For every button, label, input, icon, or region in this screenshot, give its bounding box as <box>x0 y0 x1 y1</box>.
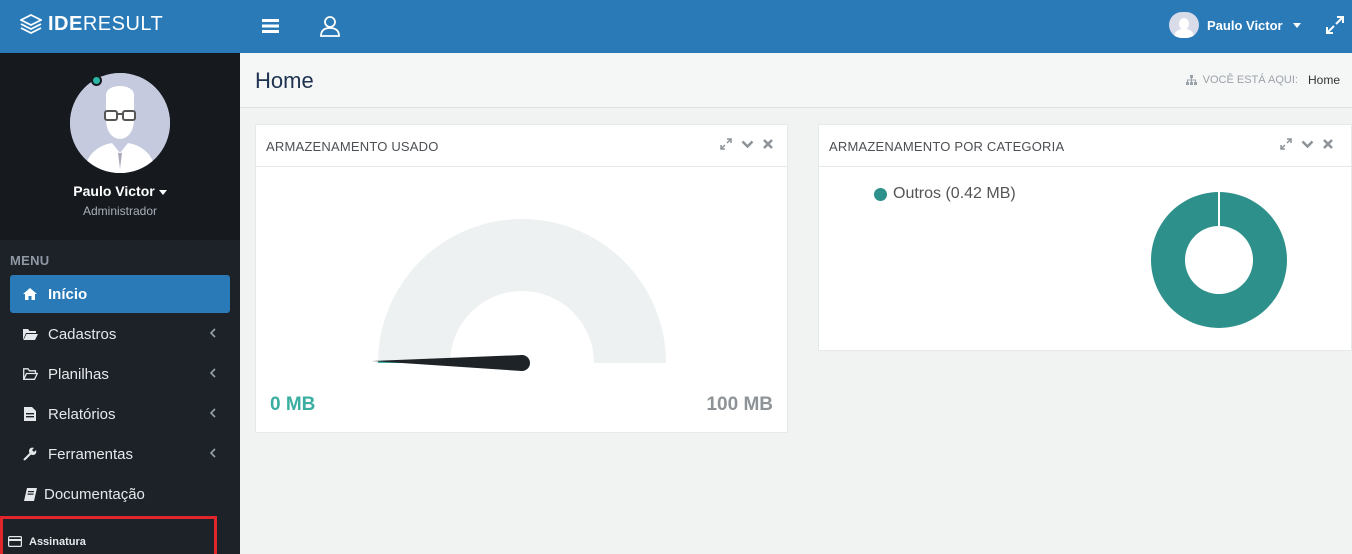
caret-down-icon <box>1292 22 1301 28</box>
menu-section-title: MENU <box>10 253 50 268</box>
profile-name: Paulo Victor <box>73 183 155 199</box>
sidebar-item-label: Cadastros <box>48 325 117 343</box>
top-navbar: IDE RESULT Paulo Victor <box>0 0 1352 53</box>
storage-by-category-panel: ARMAZENAMENTO POR CATEGORIA Outros (0.42… <box>818 124 1352 351</box>
sidebar-item-label: Início <box>48 285 88 303</box>
user-icon <box>320 16 340 37</box>
panel-title: ARMAZENAMENTO POR CATEGORIA <box>829 139 1065 154</box>
profile-name-dropdown[interactable]: Paulo Victor <box>0 183 240 199</box>
expand-icon[interactable] <box>1280 138 1292 150</box>
legend-swatch <box>874 187 887 201</box>
gauge-max-label: 100 MB <box>706 394 773 415</box>
folder-icon <box>22 326 38 342</box>
close-icon[interactable] <box>763 139 773 149</box>
file-icon <box>22 406 38 422</box>
sidebar-item-label: Documentação <box>44 485 145 503</box>
profile-role: Administrador <box>82 204 158 218</box>
expand-icon <box>1326 16 1344 34</box>
layers-icon <box>20 14 42 34</box>
avatar <box>1169 12 1199 38</box>
breadcrumb-current[interactable]: Home <box>1308 73 1340 87</box>
panel-tools <box>720 138 773 150</box>
credit-card-icon <box>8 536 22 547</box>
sidebar-item-label: Relatórios <box>48 405 116 423</box>
book-icon <box>22 486 38 502</box>
profile-button[interactable] <box>318 14 342 38</box>
chart-legend: Outros (0.42 MB) <box>874 185 1016 203</box>
sidebar-item-cadastros[interactable]: Cadastros <box>10 315 230 353</box>
sidebar-item-inicio[interactable]: Início <box>10 275 230 313</box>
gauge-pivot <box>514 355 530 371</box>
page-header: Home VOCÊ ESTÁ AQUI: Home <box>240 53 1352 108</box>
legend-label: Outros (0.42 MB) <box>893 185 1016 202</box>
wrench-icon <box>22 446 38 462</box>
sidebar-item-documentacao[interactable]: Documentação <box>10 475 230 513</box>
logo-text-light: RESULT <box>82 12 164 35</box>
chevron-down-icon[interactable] <box>1301 140 1314 149</box>
category-donut-chart <box>1150 192 1287 328</box>
sidebar-item-relatorios[interactable]: Relatórios <box>10 395 230 433</box>
caret-down-icon <box>158 189 167 195</box>
panel-tools <box>1280 138 1333 150</box>
sidebar-item-label: Assinatura <box>29 536 86 548</box>
page-title: Home <box>255 68 314 93</box>
sidebar-item-ferramentas[interactable]: Ferramentas <box>10 435 230 473</box>
gauge-track <box>378 219 666 363</box>
fullscreen-button[interactable] <box>1326 16 1344 34</box>
hamburger-icon <box>261 19 279 33</box>
expand-icon[interactable] <box>720 138 732 150</box>
sidebar: Paulo Victor Administrador MENU Início C… <box>0 53 240 554</box>
folder-open-icon <box>22 366 38 382</box>
user-avatar-icon <box>70 73 170 173</box>
close-icon[interactable] <box>1323 139 1333 149</box>
panel-header: ARMAZENAMENTO POR CATEGORIA <box>819 125 1351 167</box>
logo-text-bold: IDE <box>48 12 83 35</box>
home-icon <box>22 286 38 302</box>
sidebar-item-label: Planilhas <box>48 365 109 383</box>
user-menu[interactable]: Paulo Victor <box>1169 12 1301 38</box>
user-name: Paulo Victor <box>1207 17 1283 33</box>
gauge-min-label: 0 MB <box>270 394 316 415</box>
breadcrumb: VOCÊ ESTÁ AQUI: Home <box>1185 73 1340 87</box>
panel-title: ARMAZENAMENTO USADO <box>266 139 439 154</box>
breadcrumb-label: VOCÊ ESTÁ AQUI: <box>1202 74 1298 86</box>
app-logo[interactable]: IDE RESULT <box>20 12 163 36</box>
panel-header: ARMAZENAMENTO USADO <box>256 125 787 167</box>
storage-used-panel: ARMAZENAMENTO USADO 0 MB 100 MB <box>255 124 788 433</box>
chevron-left-icon <box>209 368 216 378</box>
user-avatar-icon <box>1174 18 1194 38</box>
sitemap-icon <box>1185 75 1197 85</box>
online-status-badge <box>91 75 102 86</box>
storage-gauge <box>372 219 666 371</box>
chevron-left-icon <box>209 408 216 418</box>
sidebar-item-planilhas[interactable]: Planilhas <box>10 355 230 393</box>
chevron-down-icon[interactable] <box>741 140 754 149</box>
chevron-left-icon <box>209 448 216 458</box>
profile-avatar[interactable] <box>70 73 170 173</box>
sidebar-profile: Paulo Victor Administrador <box>0 53 240 240</box>
sidebar-item-assinatura[interactable]: Assinatura <box>0 516 217 554</box>
sidebar-toggle-button[interactable] <box>258 14 282 38</box>
sidebar-item-label: Ferramentas <box>48 445 134 463</box>
chevron-left-icon <box>209 328 216 338</box>
